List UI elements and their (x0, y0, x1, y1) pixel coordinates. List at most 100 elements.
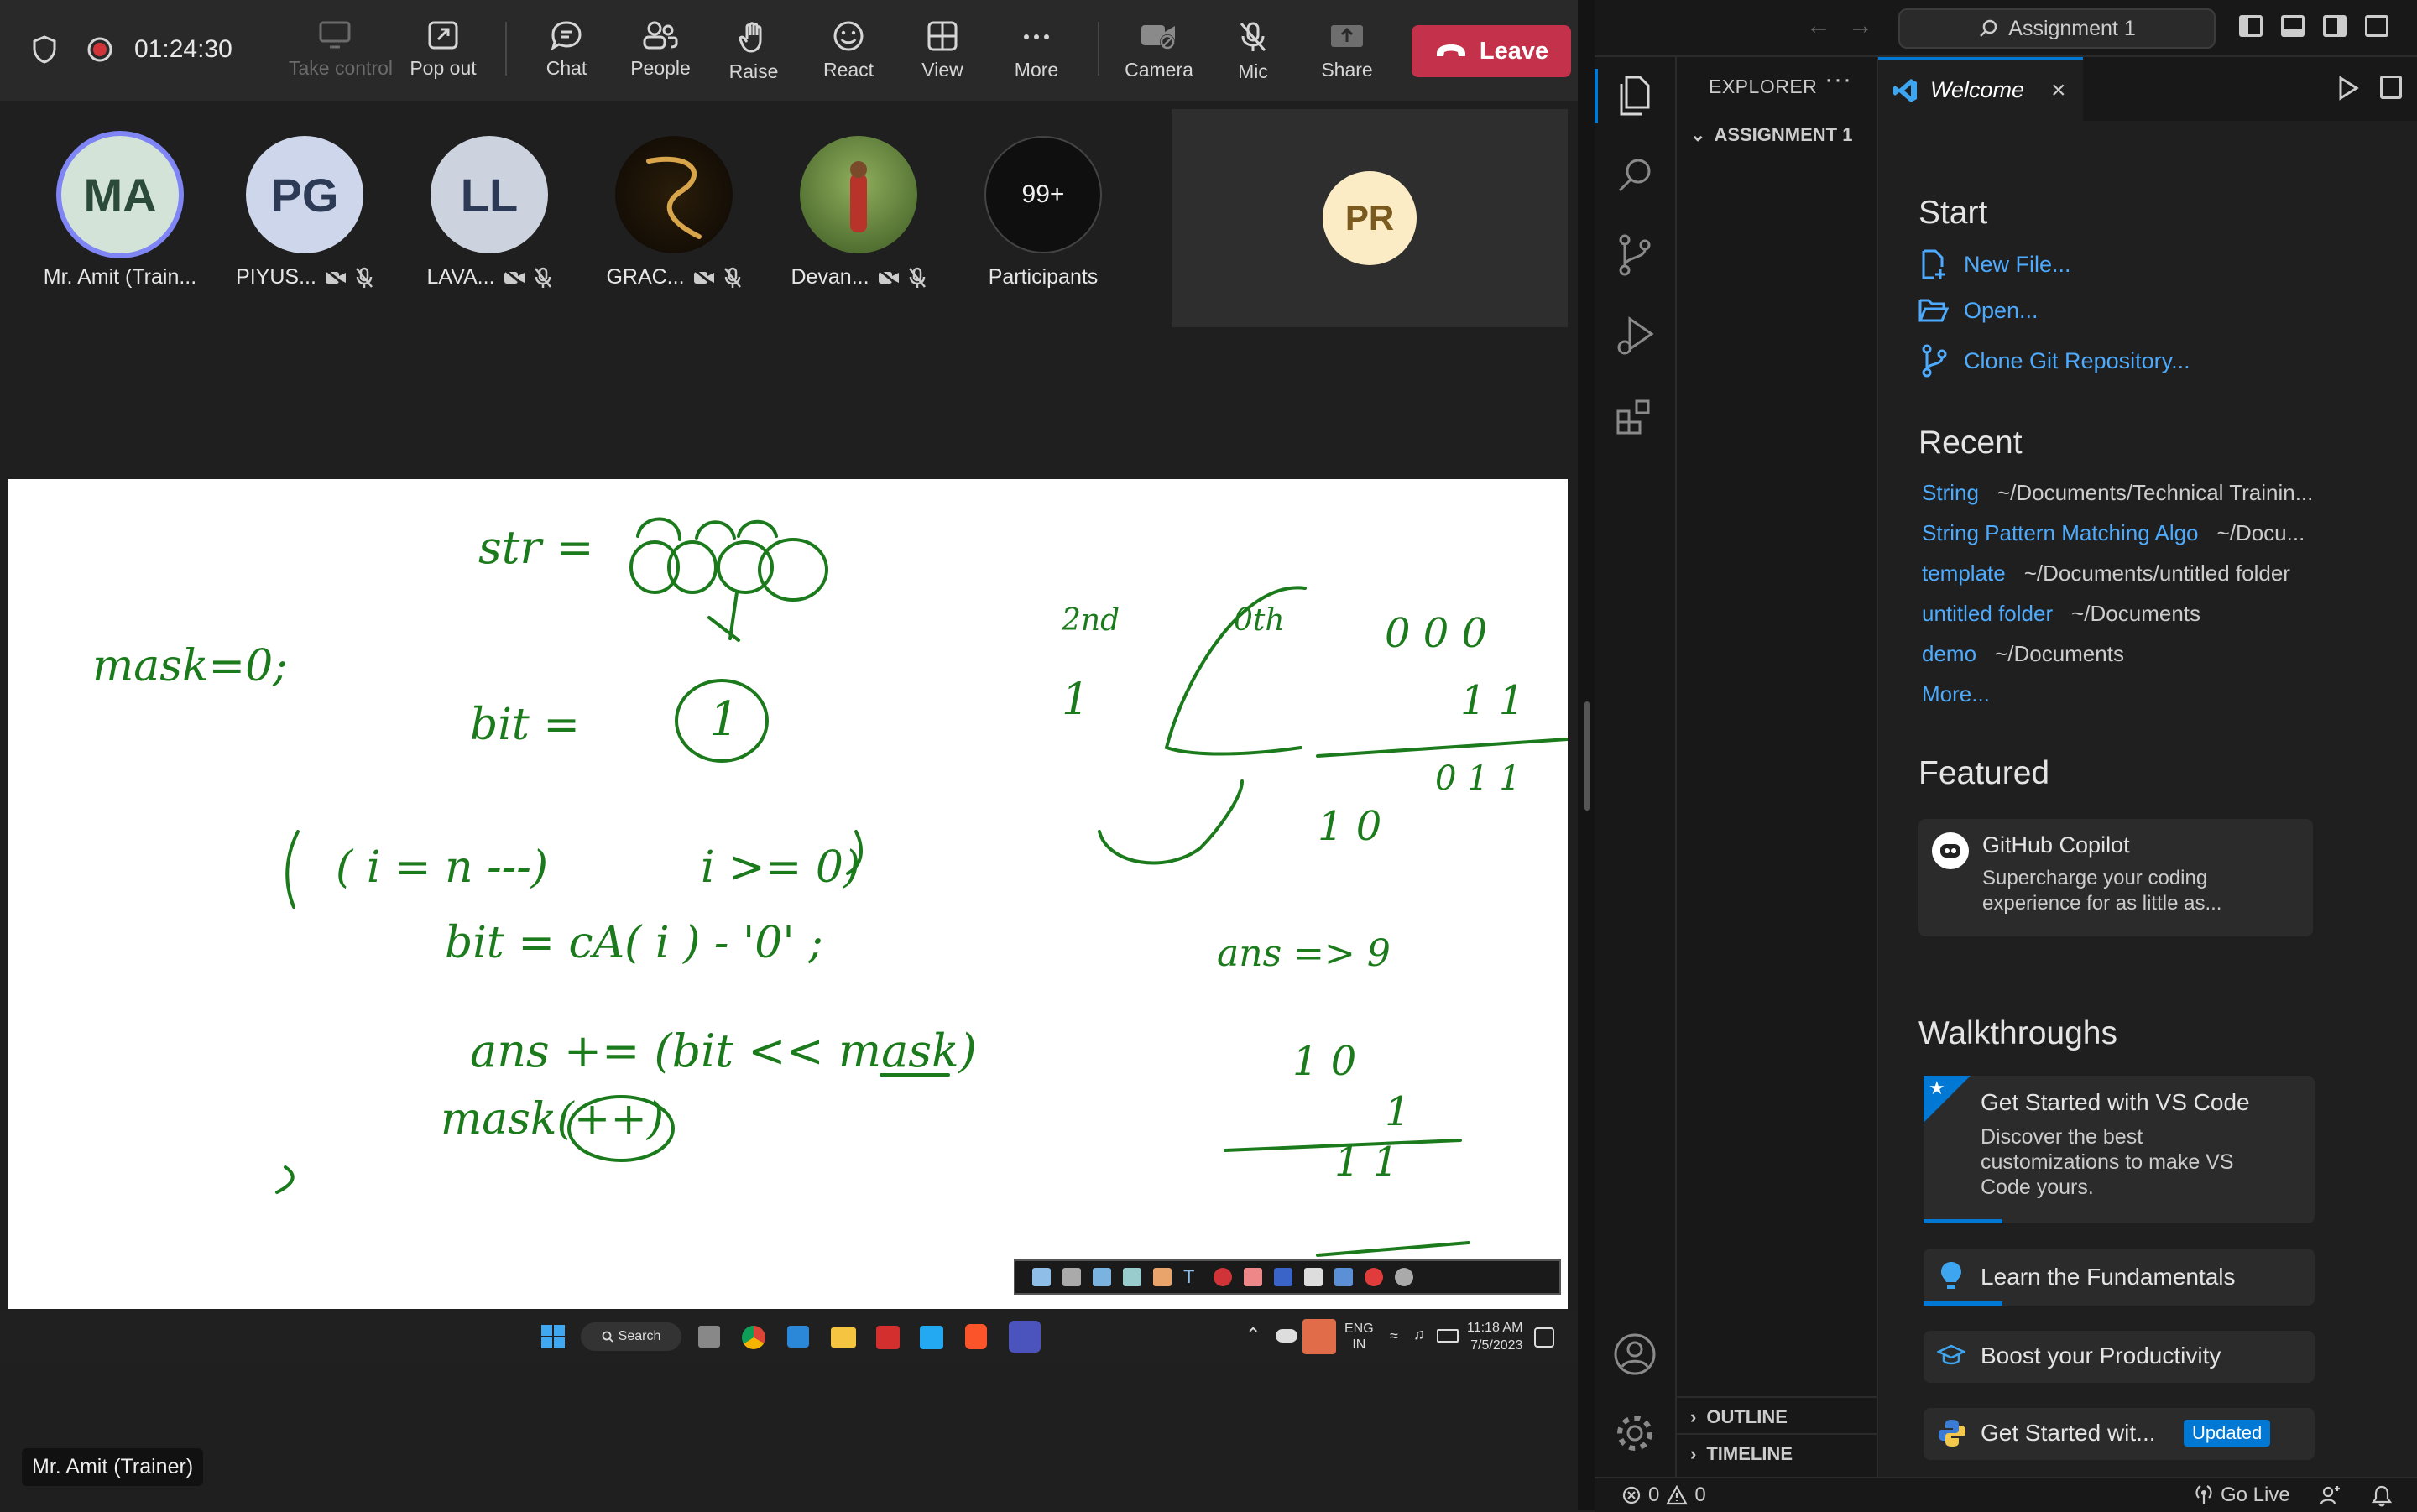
windows-start-icon[interactable] (540, 1324, 566, 1349)
chevron-down-icon: ⌄ (1690, 124, 1706, 145)
language-indicator[interactable]: ENG IN (1344, 1321, 1374, 1353)
toggle-sidebar-icon[interactable] (2239, 15, 2263, 37)
account-icon[interactable] (1608, 1327, 1662, 1381)
pop-out-label: Pop out (410, 57, 477, 79)
recent-item[interactable]: String Pattern Matching Algo ~/Docu... (1922, 520, 2305, 546)
take-control-button[interactable]: Take control (289, 13, 393, 89)
notification-icon[interactable] (1534, 1327, 1554, 1348)
recent-item[interactable]: untitled folder ~/Documents (1922, 601, 2200, 627)
run-icon[interactable] (2336, 76, 2360, 105)
text-icon[interactable]: T (1183, 1268, 1202, 1286)
shape-icon[interactable] (1244, 1268, 1262, 1286)
taskbar-search[interactable]: Search (581, 1322, 681, 1351)
clone-repo-link[interactable]: Clone Git Repository... (1918, 344, 2190, 378)
chat-button[interactable]: Chat (520, 13, 613, 89)
chevron-up-icon[interactable]: ⌃ (1245, 1324, 1261, 1346)
volume-icon[interactable]: ♫ (1413, 1326, 1425, 1343)
feedback-icon[interactable] (2320, 1485, 2341, 1505)
window-resize-handle[interactable] (1584, 701, 1590, 811)
new-file-link[interactable]: New File... (1918, 248, 2071, 280)
extensions-icon[interactable] (1608, 389, 1662, 443)
react-button[interactable]: React (802, 13, 895, 89)
highlighter-icon[interactable] (1123, 1268, 1141, 1286)
vscode-icon[interactable] (920, 1326, 943, 1349)
pen-icon[interactable] (1062, 1268, 1081, 1286)
screenshot-icon[interactable] (1334, 1268, 1353, 1286)
chrome-icon[interactable] (742, 1326, 765, 1349)
close-icon[interactable]: × (2051, 76, 2066, 105)
wifi-icon[interactable]: ≈ (1390, 1327, 1398, 1345)
folder-header[interactable]: ⌄ ASSIGNMENT 1 (1690, 124, 1852, 146)
walkthrough-card[interactable]: Boost your Productivity (1924, 1331, 2315, 1383)
source-control-icon[interactable] (1608, 228, 1662, 282)
task-view-icon[interactable] (698, 1326, 720, 1348)
camera-button[interactable]: Camera (1113, 13, 1205, 89)
teams-icon[interactable] (1009, 1321, 1041, 1353)
command-center-search[interactable]: Assignment 1 (1898, 8, 2216, 49)
undo-icon[interactable] (1274, 1268, 1292, 1286)
customize-layout-icon[interactable] (2365, 15, 2388, 37)
highlighter-icon[interactable] (1093, 1268, 1111, 1286)
pointer-icon[interactable] (1304, 1268, 1323, 1286)
bell-icon[interactable] (2372, 1485, 2392, 1507)
gear-icon[interactable] (1608, 1406, 1662, 1460)
mic-active-icon[interactable] (1302, 1319, 1336, 1354)
onedrive-icon[interactable] (1276, 1329, 1297, 1343)
leave-label: Leave (1479, 37, 1549, 65)
folder-icon[interactable] (831, 1327, 856, 1348)
tab-welcome[interactable]: Welcome × (1878, 57, 2083, 121)
copilot-card[interactable]: GitHub Copilot Supercharge your coding e… (1918, 819, 2313, 936)
eraser-icon[interactable] (1153, 1268, 1172, 1286)
copilot-icon (1932, 832, 1969, 869)
leave-button[interactable]: Leave (1412, 25, 1571, 77)
share-button[interactable]: Share (1301, 13, 1393, 89)
recent-item[interactable]: String ~/Documents/Technical Trainin... (1922, 480, 2313, 506)
participants-overflow-button[interactable]: 99+ Participants (959, 136, 1127, 289)
toggle-panel-icon[interactable] (2281, 15, 2305, 37)
back-arrow-icon[interactable]: ← (1806, 12, 1831, 40)
battery-icon[interactable] (1437, 1329, 1459, 1343)
participant-tile[interactable]: PG PIYUS... (221, 136, 389, 289)
people-button[interactable]: People (614, 13, 707, 89)
timeline-section[interactable]: › TIMELINE (1677, 1433, 1877, 1465)
recent-more-link[interactable]: More... (1922, 681, 1990, 707)
brave-icon[interactable] (965, 1324, 987, 1349)
camera-off-icon (693, 269, 714, 286)
search-icon[interactable] (1608, 148, 1662, 201)
toggle-secondary-sidebar-icon[interactable] (2323, 15, 2347, 37)
participant-tile[interactable]: LL LAVA... (405, 136, 573, 289)
color-icon[interactable] (1214, 1268, 1232, 1286)
participant-tile[interactable]: Devan... (775, 136, 942, 289)
annotation-toolbar[interactable]: T (1014, 1259, 1561, 1295)
meeting-toolbar: 01:24:30 Take control Pop out Chat Peopl… (0, 0, 1578, 101)
problems-indicator[interactable]: 0 0 (1621, 1483, 1706, 1507)
mic-button[interactable]: Mic (1207, 13, 1299, 89)
walkthrough-card[interactable]: Learn the Fundamentals (1924, 1249, 2315, 1306)
explorer-icon[interactable] (1608, 69, 1662, 123)
participant-tile[interactable]: MA Mr. Amit (Train... (36, 136, 204, 289)
wps-icon[interactable] (876, 1326, 900, 1349)
go-live-button[interactable]: Go Live (2194, 1483, 2290, 1507)
store-icon[interactable] (787, 1326, 809, 1348)
open-link[interactable]: Open... (1918, 297, 2039, 324)
record-icon[interactable] (1365, 1268, 1383, 1286)
pop-out-button[interactable]: Pop out (397, 13, 489, 89)
recent-item[interactable]: demo ~/Documents (1922, 641, 2124, 667)
participant-tile[interactable]: GRAC... (590, 136, 758, 289)
split-editor-icon[interactable] (2380, 76, 2402, 99)
ellipsis-icon[interactable]: ··· (1824, 65, 1852, 94)
walkthrough-card[interactable]: Get Started wit... Updated (1924, 1408, 2315, 1460)
more-button[interactable]: More (990, 13, 1083, 89)
pen-icon[interactable] (1032, 1268, 1051, 1286)
recent-item[interactable]: template ~/Documents/untitled folder (1922, 560, 2290, 587)
view-button[interactable]: View (896, 13, 989, 89)
gear-icon[interactable] (1395, 1268, 1413, 1286)
clock[interactable]: 11:18 AM 7/5/2023 (1467, 1319, 1522, 1354)
self-video-tile[interactable]: PR (1172, 109, 1568, 327)
forward-arrow-icon[interactable]: → (1848, 12, 1873, 40)
raise-hand-button[interactable]: Raise (707, 13, 800, 89)
run-debug-icon[interactable] (1608, 309, 1662, 362)
smiley-icon (833, 21, 864, 51)
outline-section[interactable]: › OUTLINE (1677, 1396, 1877, 1428)
walkthrough-card[interactable]: ★ Get Started with VS Code Discover the … (1924, 1076, 2315, 1223)
